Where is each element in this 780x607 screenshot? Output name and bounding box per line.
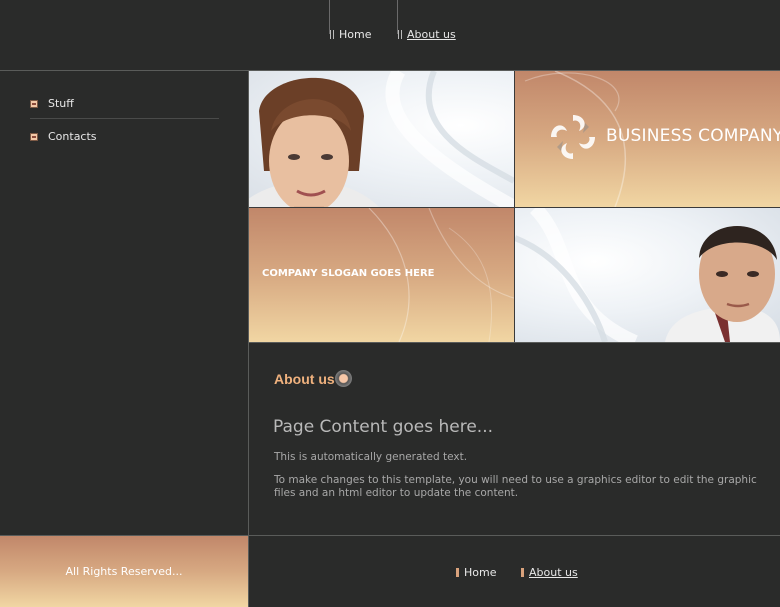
footer-nav-home[interactable]: Home [456,566,496,579]
brand-name: BUSINESS COMPANY [606,126,780,146]
man-photo [515,208,780,342]
nav-bullet-icon [330,30,335,39]
woman-portrait-image [249,71,514,207]
sidebar-item-label[interactable]: Contacts [48,130,97,143]
footer-bullet-icon [456,568,459,577]
footer-link-home[interactable]: Home [464,566,496,579]
arrow-bullet-icon [30,99,38,108]
banner-grid-line [514,71,515,342]
content-paragraph: This is automatically generated text. [274,451,468,463]
sidebar-item-stuff[interactable]: Stuff [30,97,74,110]
sidebar-divider [30,118,219,119]
nav-link-about[interactable]: About us [407,28,456,41]
nav-link-home[interactable]: Home [339,28,371,41]
woman-photo [249,71,514,207]
content-paragraph: To make changes to this template, you wi… [274,474,757,499]
section-heading: About us [274,371,335,387]
nav-bullet-icon [398,30,403,39]
top-navigation: Home About us [0,0,780,70]
footer-bullet-icon [521,568,524,577]
brand-panel: BUSINESS COMPANY [515,71,780,207]
footer-nav-about[interactable]: About us [521,566,578,579]
company-logo-icon [551,115,595,159]
circle-bullet-icon [335,370,352,387]
man-portrait-image [515,208,780,342]
page-title: Page Content goes here... [273,417,494,437]
footer-copyright-panel: All Rights Reserved... [0,536,248,607]
sidebar-item-contacts[interactable]: Contacts [30,130,97,143]
sidebar-item-label[interactable]: Stuff [48,97,74,110]
nav-item-home[interactable]: Home [330,28,371,41]
footer-link-about[interactable]: About us [529,566,578,579]
arrow-bullet-icon [30,132,38,141]
company-slogan: COMPANY SLOGAN GOES HERE [262,268,435,279]
nav-item-about[interactable]: About us [398,28,456,41]
slogan-panel: COMPANY SLOGAN GOES HERE [249,208,514,342]
copyright-text: All Rights Reserved... [65,565,183,578]
banner-bottom-divider [249,342,780,343]
